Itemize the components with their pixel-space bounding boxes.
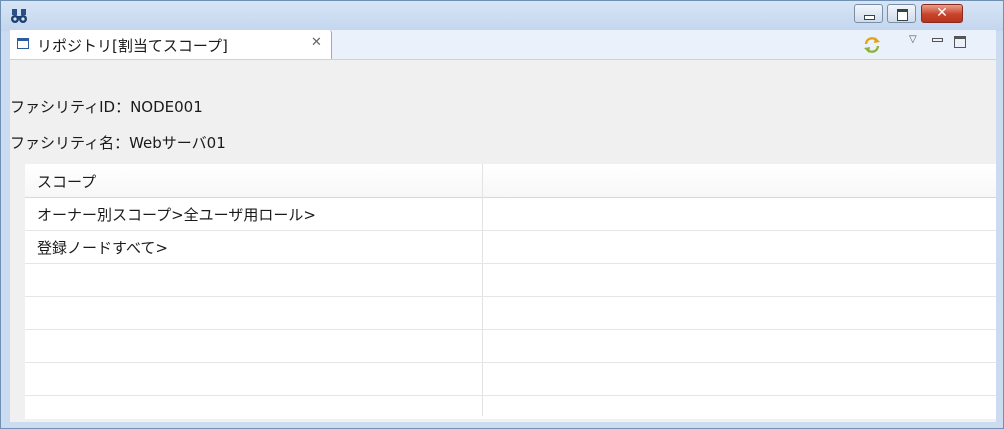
scope-cell: オーナー別スコープ>全ユーザ用ロール> [37,206,316,224]
table-row [25,396,996,429]
scope-cell: 登録ノードすべて> [37,239,168,257]
view-tab-bar: リポジトリ[割当てスコープ] ✕ ▽ [10,30,996,60]
maximize-window-button[interactable] [887,4,916,23]
minimize-icon [864,15,875,20]
table-row [25,264,996,297]
tab-label: リポジトリ[割当てスコープ] [37,37,228,55]
title-bar[interactable]: ✕ [1,1,1003,31]
table-row [25,363,996,396]
close-window-button[interactable]: ✕ [921,4,963,23]
app-binoculars-icon [11,9,27,23]
table-row[interactable]: 登録ノードすべて> [25,231,996,264]
refresh-icon[interactable] [862,35,882,55]
minimize-window-button[interactable] [854,4,883,23]
app-window: ✕ リポジトリ[割当てスコープ] ✕ ▽ ファシリティID：NODE001 ファ… [0,0,1004,429]
facility-name-text: ファシリティ名：Webサーバ01 [10,134,226,152]
column-header-scope[interactable]: スコープ [37,171,96,192]
view-menu-icon[interactable]: ▽ [909,34,917,45]
scope-table: スコープ オーナー別スコープ>全ユーザ用ロール> 登録ノードすべて> [25,164,996,419]
table-row [25,297,996,330]
table-row[interactable]: オーナー別スコープ>全ユーザ用ロール> [25,198,996,231]
facility-id-text: ファシリティID：NODE001 [10,98,203,116]
close-icon: ✕ [936,5,948,21]
table-header: スコープ [25,164,996,198]
maximize-icon [897,9,908,21]
table-row [25,330,996,363]
tab-repository-scope[interactable]: リポジトリ[割当てスコープ] ✕ [10,30,332,59]
view-maximize-icon[interactable] [954,36,966,48]
view-window-icon [17,38,29,49]
tab-close-icon[interactable]: ✕ [311,35,322,50]
view-minimize-icon[interactable] [932,38,943,42]
